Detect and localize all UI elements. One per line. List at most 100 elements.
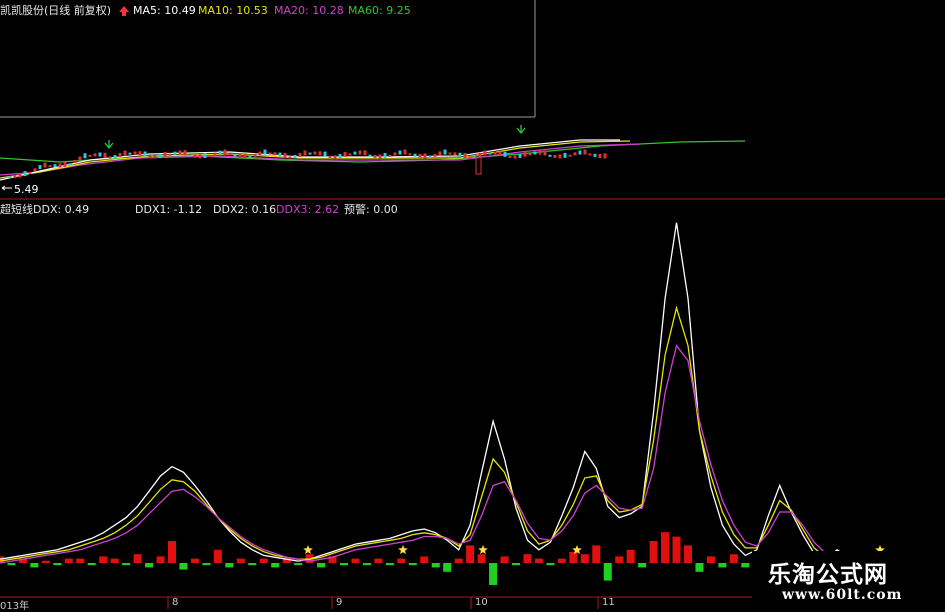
candle bbox=[43, 162, 47, 168]
ddx-bar bbox=[236, 558, 245, 563]
ddx-bar bbox=[385, 563, 394, 566]
candle bbox=[338, 153, 342, 158]
candle bbox=[8, 176, 12, 178]
candle bbox=[333, 155, 337, 159]
ddx-bar bbox=[53, 563, 62, 566]
ddx-bar bbox=[362, 563, 371, 566]
candle bbox=[568, 154, 572, 157]
alert-star-icon bbox=[398, 545, 408, 554]
candle bbox=[523, 151, 527, 157]
candle bbox=[93, 153, 97, 157]
candle bbox=[588, 153, 592, 156]
ma20-label: MA20: 10.28 bbox=[274, 4, 344, 17]
candle bbox=[138, 151, 142, 156]
ddx-bar bbox=[741, 563, 750, 568]
candle bbox=[598, 153, 602, 158]
candle bbox=[213, 152, 217, 156]
candle bbox=[28, 171, 32, 174]
ddx-bar bbox=[615, 556, 624, 563]
candle bbox=[543, 150, 547, 156]
candle bbox=[23, 171, 27, 177]
candle bbox=[393, 152, 397, 156]
candle bbox=[173, 151, 177, 155]
candle bbox=[593, 153, 597, 157]
alert-value-label: 预警: 0.00 bbox=[344, 203, 398, 216]
x-axis-tick-lines bbox=[167, 597, 599, 609]
candle bbox=[448, 152, 452, 155]
ddx-bar bbox=[213, 549, 222, 563]
candle bbox=[118, 153, 122, 158]
candle bbox=[63, 161, 67, 167]
candle bbox=[88, 154, 92, 157]
stock-chart-canvas[interactable] bbox=[0, 0, 945, 609]
ddx-bar bbox=[661, 532, 670, 563]
candle bbox=[208, 154, 212, 157]
ddx-bar bbox=[729, 554, 738, 563]
candle bbox=[198, 154, 202, 159]
ddx-bar bbox=[64, 558, 73, 563]
ddx-bar bbox=[592, 545, 601, 563]
candle bbox=[168, 153, 172, 156]
ddx-bar bbox=[168, 541, 176, 563]
candle bbox=[423, 153, 427, 159]
candle bbox=[233, 153, 237, 157]
ddx-bar bbox=[7, 563, 16, 566]
alert-star-icon bbox=[303, 545, 313, 554]
candle bbox=[398, 150, 402, 155]
candle bbox=[318, 151, 322, 156]
candle bbox=[203, 153, 207, 159]
candle bbox=[263, 149, 267, 155]
candle bbox=[38, 165, 42, 170]
ddx-value-label: DDX: 0.49 bbox=[33, 203, 90, 216]
ddx-bar bbox=[271, 563, 280, 568]
ma10-label: MA10: 10.53 bbox=[198, 4, 268, 17]
candle bbox=[453, 152, 457, 156]
indicator-name: 超短线 bbox=[0, 203, 33, 216]
arrow-down-icon bbox=[104, 125, 526, 150]
ddx-bar bbox=[156, 556, 165, 563]
candle bbox=[133, 151, 137, 155]
ddx-bar bbox=[684, 545, 692, 563]
candle bbox=[53, 164, 57, 168]
candle bbox=[108, 156, 112, 159]
candle bbox=[328, 155, 332, 158]
candle bbox=[123, 150, 127, 156]
candle bbox=[313, 151, 317, 155]
candle bbox=[468, 156, 472, 159]
ddx-bar bbox=[443, 563, 452, 572]
ddx-lines bbox=[0, 222, 861, 564]
candle bbox=[408, 153, 412, 156]
price-moving-averages bbox=[0, 139, 746, 181]
ddx-bar bbox=[672, 536, 681, 563]
x-axis-label-nov: 11 bbox=[602, 597, 615, 608]
ddx-bar bbox=[76, 558, 85, 563]
candle bbox=[363, 150, 367, 156]
candle bbox=[413, 153, 417, 157]
ddx-bar bbox=[317, 563, 326, 568]
ddx-bar bbox=[259, 558, 268, 563]
ddx-bar bbox=[408, 563, 417, 566]
ddx-bar bbox=[523, 554, 532, 563]
candle bbox=[113, 155, 117, 159]
ddx-bar bbox=[225, 563, 234, 568]
ddx-bar bbox=[420, 556, 429, 563]
candle bbox=[368, 154, 372, 157]
candle bbox=[528, 153, 532, 156]
candle bbox=[508, 155, 512, 158]
candle bbox=[58, 163, 62, 168]
candle bbox=[193, 154, 197, 158]
ma5-label: MA5: 10.49 bbox=[133, 4, 196, 17]
candle bbox=[243, 153, 247, 159]
candle bbox=[578, 150, 582, 155]
ddx-bar bbox=[580, 554, 589, 563]
ddx2-value-label: DDX2: 0.16 bbox=[213, 203, 277, 216]
candle bbox=[283, 152, 287, 158]
candle bbox=[308, 152, 312, 155]
candle bbox=[13, 175, 17, 179]
candle bbox=[128, 152, 132, 155]
ddx-bar bbox=[110, 558, 119, 563]
ddx-bar bbox=[649, 541, 658, 563]
candle bbox=[18, 173, 22, 178]
candle bbox=[228, 153, 232, 156]
candle bbox=[253, 153, 257, 157]
